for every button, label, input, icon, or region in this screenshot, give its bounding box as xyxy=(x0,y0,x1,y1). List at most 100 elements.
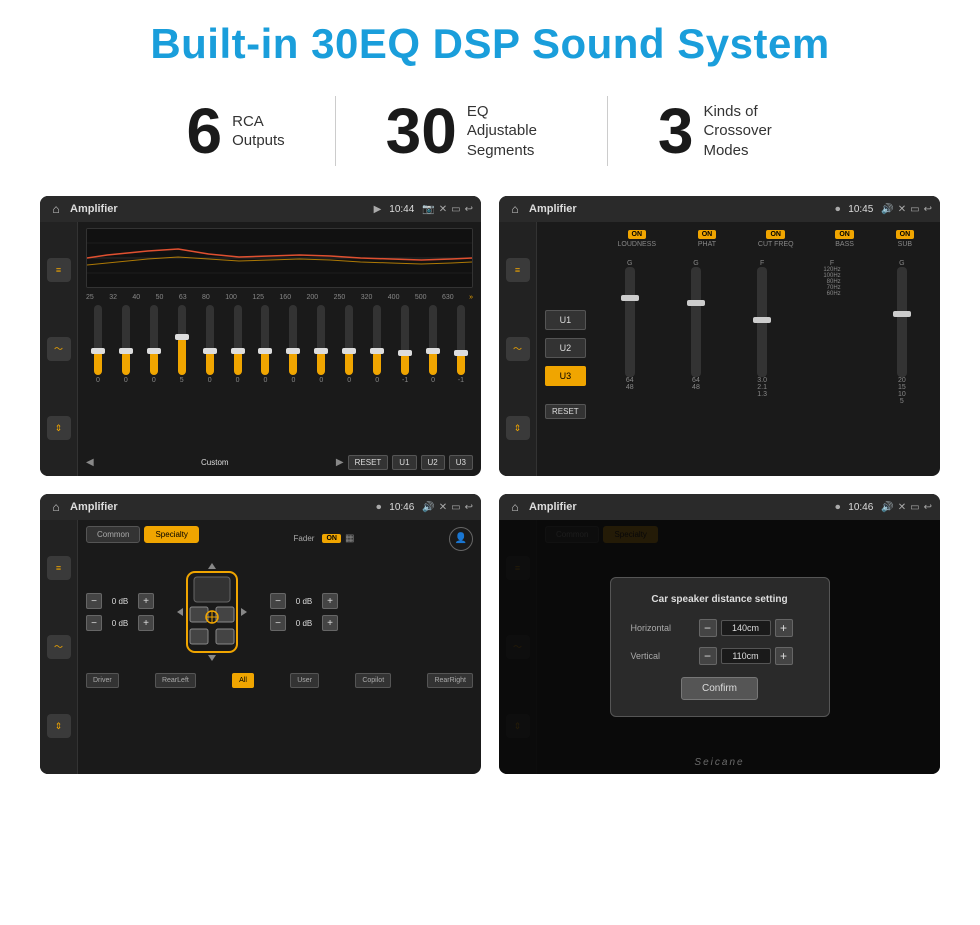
fader-sidebar: ≡ 〜 ⇕ xyxy=(40,520,78,774)
fader-copilot-btn[interactable]: Copilot xyxy=(355,673,391,688)
scroll-more[interactable]: » xyxy=(469,294,473,301)
back-icon[interactable]: ↩ xyxy=(465,204,473,215)
fader-content: ≡ 〜 ⇕ Common Specialty Fader ON ▦ xyxy=(40,520,481,774)
xover-window-icon: ▭ xyxy=(910,204,919,215)
xover-topbar: ⌂ Amplifier ⏺ 10:45 🔊 ✕ ▭ ↩ xyxy=(499,196,940,222)
fader-driver-btn[interactable]: Driver xyxy=(86,673,119,688)
slider-track-4[interactable] xyxy=(178,305,186,375)
fader-rearright-btn[interactable]: RearRight xyxy=(427,673,473,688)
fader-main-area: Common Specialty Fader ON ▦ 👤 xyxy=(78,520,481,774)
slider-track-13[interactable] xyxy=(429,305,437,375)
cutfreq-slider-track[interactable] xyxy=(757,267,767,377)
dialog-close-icon: ✕ xyxy=(898,502,906,513)
fader-time: 10:46 xyxy=(389,502,414,513)
fader-sidebar-icon-3[interactable]: ⇕ xyxy=(47,714,71,738)
db-plus-br[interactable]: + xyxy=(322,615,338,631)
page-wrapper: Built-in 30EQ DSP Sound System 6 RCAOutp… xyxy=(0,0,980,925)
db-val-tr: 0 dB xyxy=(290,597,318,606)
eq-u1-btn[interactable]: U1 xyxy=(392,455,416,470)
fader-all-btn[interactable]: All xyxy=(232,673,254,688)
fader-back-icon[interactable]: ↩ xyxy=(465,502,473,513)
horizontal-plus[interactable]: + xyxy=(775,619,793,637)
db-minus-br[interactable]: − xyxy=(270,615,286,631)
slider-track-5[interactable] xyxy=(206,305,214,375)
slider-track-8[interactable] xyxy=(289,305,297,375)
g-label-3: G xyxy=(899,260,904,267)
xover-sidebar-icon-3[interactable]: ⇕ xyxy=(506,416,530,440)
xover-time: 10:45 xyxy=(848,204,873,215)
db-plus-tl[interactable]: + xyxy=(138,593,154,609)
db-plus-bl[interactable]: + xyxy=(138,615,154,631)
fader-tab-specialty[interactable]: Specialty xyxy=(144,526,198,543)
home-icon[interactable]: ⌂ xyxy=(48,201,64,217)
horizontal-minus[interactable]: − xyxy=(699,619,717,637)
vertical-control: − 110cm + xyxy=(699,647,793,665)
dialog-home-icon[interactable]: ⌂ xyxy=(507,499,523,515)
xover-rec-icon: ⏺ xyxy=(835,204,840,215)
slider-track-3[interactable] xyxy=(150,305,158,375)
fader-user-btn[interactable]: User xyxy=(290,673,319,688)
fader-topbar-icons: ⏺ 10:46 🔊 ✕ ▭ ↩ xyxy=(376,502,473,513)
confirm-button[interactable]: Confirm xyxy=(681,677,758,700)
dialog-back-icon[interactable]: ↩ xyxy=(924,502,932,513)
xover-sidebar-icon-1[interactable]: ≡ xyxy=(506,258,530,282)
eq-sidebar-icon-1[interactable]: ≡ xyxy=(47,258,71,282)
xover-u2-btn[interactable]: U2 xyxy=(545,338,586,358)
db-plus-tr[interactable]: + xyxy=(322,593,338,609)
fader-sidebar-icon-2[interactable]: 〜 xyxy=(47,635,71,659)
phat-val2: 48 xyxy=(692,384,700,391)
slider-track-11[interactable] xyxy=(373,305,381,375)
eq-slider-11: 0 xyxy=(365,305,389,384)
fader-rec-icon: ⏺ xyxy=(376,502,381,513)
eq-sidebar-icon-3[interactable]: ⇕ xyxy=(47,416,71,440)
vertical-plus[interactable]: + xyxy=(775,647,793,665)
phat-slider-track[interactable] xyxy=(691,267,701,377)
slider-track-9[interactable] xyxy=(317,305,325,375)
eq-sidebar-icon-2[interactable]: 〜 xyxy=(47,337,71,361)
vertical-minus[interactable]: − xyxy=(699,647,717,665)
slider-track-6[interactable] xyxy=(234,305,242,375)
fader-home-icon[interactable]: ⌂ xyxy=(48,499,64,515)
fader-profile-icon[interactable]: 👤 xyxy=(449,527,473,551)
db-minus-tl[interactable]: − xyxy=(86,593,102,609)
slider-track-14[interactable] xyxy=(457,305,465,375)
eq-next-btn[interactable]: ▶ xyxy=(336,457,344,468)
eq-slider-5: 0 xyxy=(198,305,222,384)
fader-on-row: Fader ON ▦ xyxy=(294,533,355,544)
freq-50: 50 xyxy=(156,294,164,301)
xover-home-icon[interactable]: ⌂ xyxy=(507,201,523,217)
camera-icon: 📷 xyxy=(422,204,434,215)
slider-track-10[interactable] xyxy=(345,305,353,375)
xover-slider-loudness: G 64 48 xyxy=(625,260,635,468)
xover-back-icon[interactable]: ↩ xyxy=(924,204,932,215)
db-minus-bl[interactable]: − xyxy=(86,615,102,631)
slider-val-14: -1 xyxy=(458,377,464,384)
sub-slider-track[interactable] xyxy=(897,267,907,377)
loudness-slider-track[interactable] xyxy=(625,267,635,377)
slider-track-7[interactable] xyxy=(261,305,269,375)
fader-tab-common[interactable]: Common xyxy=(86,526,140,543)
xover-cutfreq-section: ON CUT FREQ xyxy=(758,230,794,252)
eq-u2-btn[interactable]: U2 xyxy=(421,455,445,470)
eq-slider-13: 0 xyxy=(421,305,445,384)
eq-reset-btn[interactable]: RESET xyxy=(348,455,389,470)
slider-track-1[interactable] xyxy=(94,305,102,375)
stat-rca-number: 6 xyxy=(187,99,223,163)
fader-sidebar-icon-1[interactable]: ≡ xyxy=(47,556,71,580)
slider-val-9: 0 xyxy=(319,377,323,384)
eq-u3-btn[interactable]: U3 xyxy=(449,455,473,470)
db-minus-tr[interactable]: − xyxy=(270,593,286,609)
xover-u1-btn[interactable]: U1 xyxy=(545,310,586,330)
eq-prev-btn[interactable]: ◀ xyxy=(86,457,94,468)
slider-track-12[interactable] xyxy=(401,305,409,375)
freq-400: 400 xyxy=(388,294,400,301)
xover-reset-btn[interactable]: RESET xyxy=(545,404,586,419)
freq-320: 320 xyxy=(361,294,373,301)
eq-slider-14: -1 xyxy=(449,305,473,384)
xover-u3-btn[interactable]: U3 xyxy=(545,366,586,386)
slider-track-2[interactable] xyxy=(122,305,130,375)
fader-rearleft-btn[interactable]: RearLeft xyxy=(155,673,196,688)
slider-val-5: 0 xyxy=(208,377,212,384)
fader-label: Fader xyxy=(294,534,315,543)
xover-sidebar-icon-2[interactable]: 〜 xyxy=(506,337,530,361)
